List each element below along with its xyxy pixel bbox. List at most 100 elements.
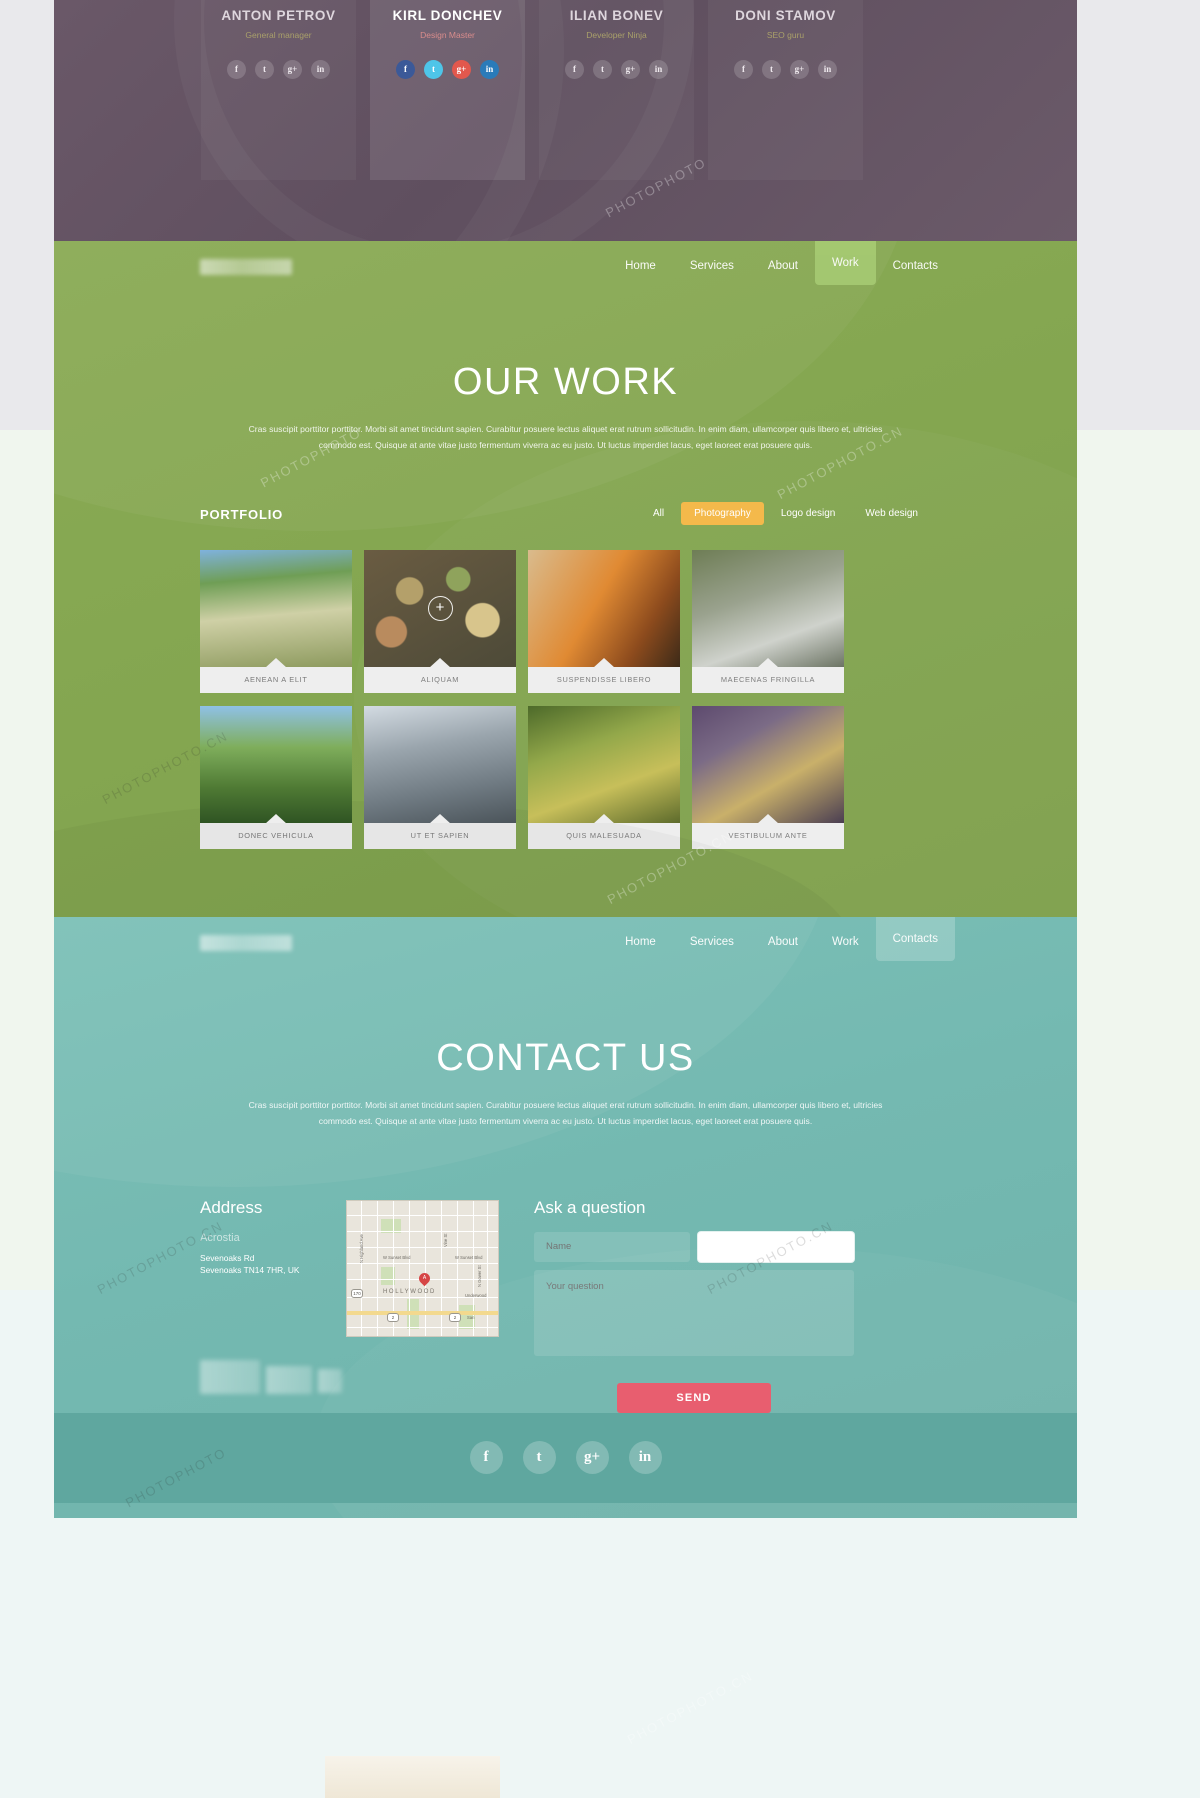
- route-shield: 2: [387, 1313, 399, 1322]
- twitter-icon[interactable]: t: [255, 60, 274, 79]
- map-marker-pin[interactable]: A: [416, 1270, 433, 1287]
- caption-notch: [757, 657, 779, 667]
- map-street-label: W Sunset Blvd: [455, 1255, 483, 1260]
- caption-notch: [265, 813, 287, 823]
- caption-notch: [429, 813, 451, 823]
- portfolio-item[interactable]: AENEAN A ELIT: [200, 549, 352, 693]
- contact-nav: Home Services About Work Contacts: [608, 917, 955, 967]
- site-logo[interactable]: [200, 935, 292, 951]
- map-extra-label: San: [467, 1315, 475, 1320]
- linkedin-icon[interactable]: in: [480, 60, 499, 79]
- portfolio-thumbnail[interactable]: [692, 705, 844, 823]
- team-social-list: f t g+ in: [370, 60, 525, 79]
- portfolio-thumbnail[interactable]: +: [364, 549, 516, 667]
- site-footer: f t g+ in: [54, 1412, 1077, 1503]
- facebook-icon[interactable]: f: [227, 60, 246, 79]
- page-root: ANTON PETROV General manager f t g+ in K…: [0, 0, 1200, 1798]
- location-map[interactable]: N Highland Ave W Sunset Blvd W Sunset Bl…: [346, 1200, 499, 1337]
- portfolio-thumbnail[interactable]: [364, 705, 516, 823]
- caption-notch: [757, 813, 779, 823]
- caption-notch: [593, 813, 615, 823]
- team-card[interactable]: KIRL DONCHEV Design Master f t g+ in: [370, 0, 525, 180]
- route-shield: 2: [449, 1313, 461, 1322]
- portfolio-thumbnail[interactable]: [528, 549, 680, 667]
- googleplus-icon[interactable]: g+: [283, 60, 302, 79]
- team-social-list: f t g+ in: [201, 60, 356, 79]
- twitter-icon[interactable]: t: [424, 60, 443, 79]
- team-card[interactable]: ILIAN BONEV Developer Ninja f t g+ in: [539, 0, 694, 180]
- googleplus-icon[interactable]: g+: [452, 60, 471, 79]
- portfolio-caption: AENEAN A ELIT: [200, 666, 352, 693]
- placeholder-block: [200, 1360, 260, 1394]
- website-mockup: ANTON PETROV General manager f t g+ in K…: [54, 0, 1077, 1518]
- caption-notch: [429, 657, 451, 667]
- portfolio-thumbnail[interactable]: [200, 705, 352, 823]
- nav-item-about[interactable]: About: [751, 917, 815, 967]
- map-street-label: N Gower St: [477, 1265, 482, 1287]
- contact-navbar: Home Services About Work Contacts: [54, 917, 1077, 967]
- team-card-list: ANTON PETROV General manager f t g+ in K…: [201, 0, 863, 180]
- facebook-icon[interactable]: f: [734, 60, 753, 79]
- team-card[interactable]: DONI STAMOV SEO guru f t g+ in: [708, 0, 863, 180]
- linkedin-icon[interactable]: in: [311, 60, 330, 79]
- map-street-label: Vine St: [443, 1233, 448, 1247]
- nav-item-contacts[interactable]: Contacts: [876, 241, 955, 291]
- nav-item-services[interactable]: Services: [673, 917, 751, 967]
- team-section: ANTON PETROV General manager f t g+ in K…: [54, 0, 1077, 241]
- filter-all[interactable]: All: [640, 502, 677, 525]
- team-card[interactable]: ANTON PETROV General manager f t g+ in: [201, 0, 356, 180]
- twitter-icon[interactable]: t: [593, 60, 612, 79]
- hover-overlay: +: [364, 550, 516, 667]
- nav-item-about[interactable]: About: [751, 241, 815, 291]
- googleplus-icon[interactable]: g+: [575, 1441, 609, 1475]
- team-member-role: General manager: [245, 30, 312, 40]
- next-page-peek: [325, 1756, 500, 1798]
- twitter-icon[interactable]: t: [762, 60, 781, 79]
- plus-icon[interactable]: +: [427, 595, 453, 621]
- googleplus-icon[interactable]: g+: [790, 60, 809, 79]
- nav-item-services[interactable]: Services: [673, 241, 751, 291]
- filter-web-design[interactable]: Web design: [852, 502, 931, 525]
- nav-item-home[interactable]: Home: [608, 917, 673, 967]
- team-member-role: SEO guru: [766, 30, 805, 40]
- caption-notch: [265, 657, 287, 667]
- team-social-list: f t g+ in: [708, 60, 863, 79]
- linkedin-icon[interactable]: in: [818, 60, 837, 79]
- linkedin-icon[interactable]: in: [649, 60, 668, 79]
- facebook-icon[interactable]: f: [396, 60, 415, 79]
- nav-item-work[interactable]: Work: [815, 917, 876, 967]
- twitter-icon[interactable]: t: [522, 1441, 556, 1475]
- team-social-list: f t g+ in: [539, 60, 694, 79]
- form-heading: Ask a question: [534, 1197, 646, 1217]
- map-highway: [347, 1311, 498, 1315]
- nav-item-home[interactable]: Home: [608, 241, 673, 291]
- nav-item-work[interactable]: Work: [814, 241, 876, 285]
- nav-item-contacts[interactable]: Contacts: [875, 917, 955, 961]
- caption-notch: [593, 657, 615, 667]
- googleplus-icon[interactable]: g+: [621, 60, 640, 79]
- filter-logo-design[interactable]: Logo design: [768, 502, 849, 525]
- portfolio-bar: PORTFOLIO All Photography Logo design We…: [200, 501, 931, 528]
- work-nav: Home Services About Work Contacts: [608, 241, 955, 291]
- team-member-role: Design Master: [420, 30, 475, 40]
- portfolio-filters: All Photography Logo design Web design: [640, 501, 931, 525]
- portfolio-thumbnail[interactable]: [200, 549, 352, 667]
- team-member-name: KIRL DONCHEV: [392, 8, 503, 23]
- facebook-icon[interactable]: f: [469, 1441, 503, 1475]
- route-shield: 170: [351, 1289, 363, 1298]
- work-navbar: Home Services About Work Contacts: [54, 241, 1077, 291]
- portfolio-thumbnail[interactable]: [528, 705, 680, 823]
- team-member-name: ILIAN BONEV: [569, 8, 664, 23]
- contact-section: Home Services About Work Contacts CONTAC…: [54, 917, 1077, 1518]
- placeholder-block: [318, 1369, 342, 1393]
- map-street-label: Underwood: [465, 1293, 487, 1298]
- facebook-icon[interactable]: f: [565, 60, 584, 79]
- linkedin-icon[interactable]: in: [628, 1441, 662, 1475]
- map-street-label: N Highland Ave: [359, 1234, 364, 1263]
- map-street-label: W Sunset Blvd: [383, 1255, 411, 1260]
- placeholder-block: [266, 1366, 312, 1394]
- team-member-role: Developer Ninja: [586, 30, 647, 40]
- filter-photography[interactable]: Photography: [681, 501, 764, 525]
- site-logo[interactable]: [200, 259, 292, 275]
- portfolio-thumbnail[interactable]: [692, 549, 844, 667]
